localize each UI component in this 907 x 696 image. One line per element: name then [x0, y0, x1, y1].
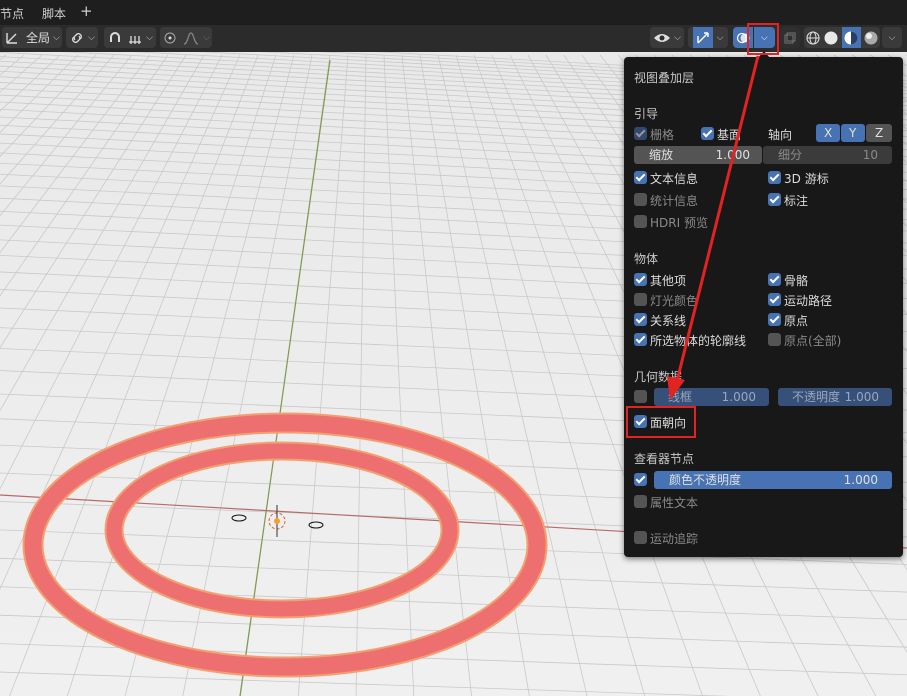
annotation-arrow [667, 55, 760, 400]
